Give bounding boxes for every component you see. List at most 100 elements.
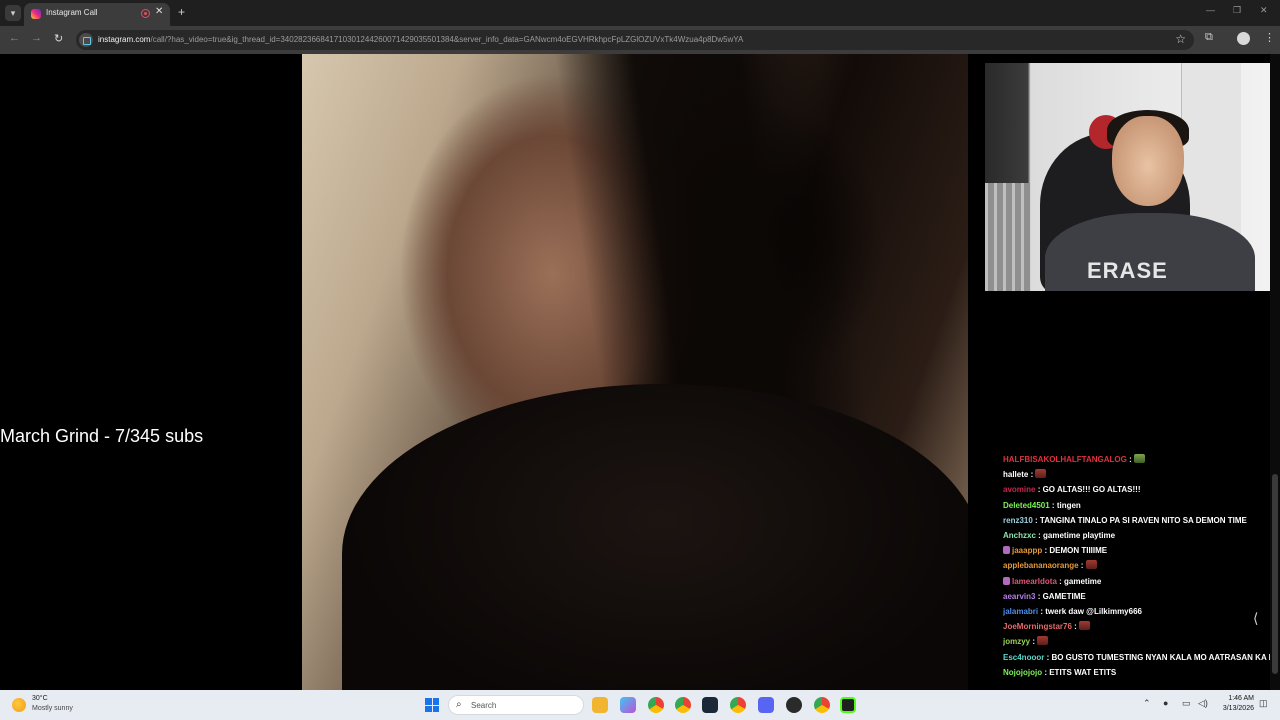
bookmark-star-icon[interactable]: ☆	[1175, 32, 1186, 46]
page-scrollbar[interactable]	[1270, 54, 1280, 690]
chat-username[interactable]: renz310	[1003, 516, 1033, 525]
video-subject-shirt	[342, 384, 968, 690]
chat-username[interactable]: jomzyy	[1003, 637, 1030, 646]
chat-message: Nojojojojo : ETITS WAT ETITS	[1003, 667, 1117, 677]
profile-avatar[interactable]	[1237, 32, 1250, 45]
chat-text: gametime	[1064, 576, 1102, 586]
stream-chat: HALFBISAKOLHALFTANGALOG : hallete : avom…	[1003, 452, 1277, 690]
back-arrow-left-icon[interactable]: ←	[9, 32, 20, 44]
chat-username[interactable]: lamearldota	[1012, 577, 1057, 586]
clock-time[interactable]: 1:46 AM	[1218, 695, 1254, 702]
tab-instagram-call[interactable]: Instagram Call ✕	[24, 3, 170, 26]
chat-username[interactable]: Nojojojojo	[1003, 668, 1042, 677]
chat-text: DEMON TIIIIME	[1049, 546, 1108, 556]
restore-icon[interactable]: ❐	[1233, 5, 1241, 16]
chat-message: applebananaorange :	[1003, 558, 1277, 573]
chat-message: Deleted4501 : tingen	[1003, 500, 1081, 510]
chrome-profile-icon[interactable]	[675, 697, 691, 713]
chat-message: lamearldota : gametime	[1003, 574, 1277, 589]
microphone-icon[interactable]: ●	[1163, 698, 1168, 708]
chat-badge-icon	[1003, 546, 1010, 555]
more-vert-icon[interactable]: ⋮	[1264, 31, 1275, 44]
scrollbar-thumb[interactable]	[1272, 474, 1278, 674]
chat-username[interactable]: avomine	[1003, 485, 1035, 494]
clock-date[interactable]: 3/13/2026	[1218, 705, 1254, 712]
chat-emote-icon	[1133, 454, 1145, 463]
tab-search-chevron-down-icon[interactable]: ▾	[5, 5, 21, 21]
chat-username[interactable]: hallete	[1003, 470, 1028, 479]
webcam-person-head	[1112, 116, 1184, 206]
weather-temperature[interactable]: 30°C	[32, 695, 48, 702]
chat-username[interactable]: applebananaorange	[1003, 561, 1079, 570]
forward-arrow-right-icon[interactable]: →	[31, 32, 42, 44]
chat-collapse-chevron-icon[interactable]: ⟨	[1253, 610, 1258, 627]
minimize-icon[interactable]: —	[1206, 5, 1215, 15]
chat-username[interactable]: Anchzxc	[1003, 531, 1036, 540]
tab-title: Instagram Call	[46, 8, 98, 17]
chat-message: JoeMorningstar76 :	[1003, 619, 1277, 634]
chat-message: Anchzxc : gametime playtime	[1003, 531, 1116, 541]
taskbar-search[interactable]: ⌕ Search	[448, 695, 584, 715]
new-tab-plus-icon[interactable]: +	[178, 5, 185, 19]
chat-username[interactable]: Esc4nooor	[1003, 653, 1044, 662]
chat-message: jaaappp : DEMON TIIIIME	[1003, 543, 1277, 558]
reload-icon[interactable]: ↻	[54, 32, 63, 45]
chat-username[interactable]: jaaappp	[1012, 546, 1042, 555]
chat-message: aearvin3 : GAMETIME	[1003, 591, 1086, 601]
tab-strip: ▾ Instagram Call ✕ + — ❐ ✕	[0, 0, 1280, 26]
kick-studio-icon[interactable]	[840, 697, 856, 713]
chrome-second-icon[interactable]	[814, 697, 830, 713]
chat-username[interactable]: jalamabri	[1003, 607, 1038, 616]
chat-username[interactable]: HALFBISAKOLHALFTANGALOG	[1003, 455, 1127, 464]
site-info-icon[interactable]	[79, 33, 93, 47]
volume-icon[interactable]: ◁)	[1198, 698, 1208, 709]
chat-message: jalamabri : twerk daw @Lilkimmy666	[1003, 607, 1142, 617]
start-windows-icon[interactable]	[425, 698, 439, 712]
chat-emote-icon	[1037, 636, 1049, 646]
remote-video-feed	[302, 54, 968, 690]
chat-badge-icon	[1003, 576, 1010, 585]
webcam-railing	[985, 183, 1030, 291]
chat-text: GO ALTAS!!! GO ALTAS!!!	[1042, 485, 1141, 495]
steam-icon[interactable]	[702, 697, 718, 713]
browser-toolbar: ← → ↻ instagram.com/call/?has_video=true…	[0, 26, 1280, 54]
tray-chevron-up-icon[interactable]: ⌃	[1143, 698, 1151, 709]
chat-message: jomzyy :	[1003, 634, 1277, 649]
address-bar[interactable]: instagram.com/call/?has_video=true&ig_th…	[76, 30, 1194, 50]
search-icon: ⌕	[456, 699, 462, 710]
tab-close-icon[interactable]: ✕	[155, 6, 163, 17]
search-placeholder: Search	[471, 701, 497, 710]
chat-text: ETITS WAT ETITS	[1049, 667, 1117, 677]
windows-taskbar: 30°C Mostly sunny ⌕ Search ⌃ ● ▭ ◁) 1:46…	[0, 690, 1280, 720]
chrome-alt-icon[interactable]	[730, 697, 746, 713]
chat-emote-icon	[1085, 560, 1097, 570]
chat-message: Esc4nooor : BO GUSTO TUMESTING NYAN KALA…	[1003, 650, 1277, 665]
chat-message: HALFBISAKOLHALFTANGALOG :	[1003, 452, 1277, 467]
webcam-shirt-text: ERASE	[1087, 258, 1168, 283]
discord-icon[interactable]	[758, 697, 774, 713]
streamer-webcam: ERASE	[985, 63, 1270, 291]
display-icon[interactable]: ▭	[1182, 698, 1191, 709]
url-text[interactable]: instagram.com/call/?has_video=true&ig_th…	[98, 35, 743, 44]
chat-text: twerk daw @Lilkimmy666	[1045, 607, 1142, 617]
call-content: March Grind - 7/345 subs ERASE HALFBISAK…	[0, 54, 1280, 690]
chat-message: avomine : GO ALTAS!!! GO ALTAS!!!	[1003, 485, 1141, 495]
window-close-icon[interactable]: ✕	[1260, 5, 1268, 16]
chat-emote-icon	[1035, 469, 1047, 479]
chrome-icon[interactable]	[648, 697, 664, 713]
chat-username[interactable]: JoeMorningstar76	[1003, 622, 1072, 631]
recording-indicator-icon	[141, 9, 150, 18]
copilot-icon[interactable]	[620, 697, 636, 713]
file-explorer-icon[interactable]	[592, 697, 608, 713]
instagram-favicon-icon	[31, 9, 41, 19]
chat-username[interactable]: Deleted4501	[1003, 501, 1050, 510]
chat-message: renz310 : TANGINA TINALO PA SI RAVEN NIT…	[1003, 515, 1247, 525]
app-dark-icon[interactable]	[786, 697, 802, 713]
extensions-puzzle-icon[interactable]: ⧉	[1205, 31, 1213, 44]
notification-bell-icon[interactable]: ◫	[1259, 698, 1268, 709]
chat-text: GAMETIME	[1042, 591, 1086, 601]
weather-description[interactable]: Mostly sunny	[32, 705, 73, 712]
chat-text: TANGINA TINALO PA SI RAVEN NITO SA DEMON…	[1039, 515, 1247, 525]
weather-sun-icon[interactable]	[12, 698, 26, 712]
chat-username[interactable]: aearvin3	[1003, 592, 1035, 601]
